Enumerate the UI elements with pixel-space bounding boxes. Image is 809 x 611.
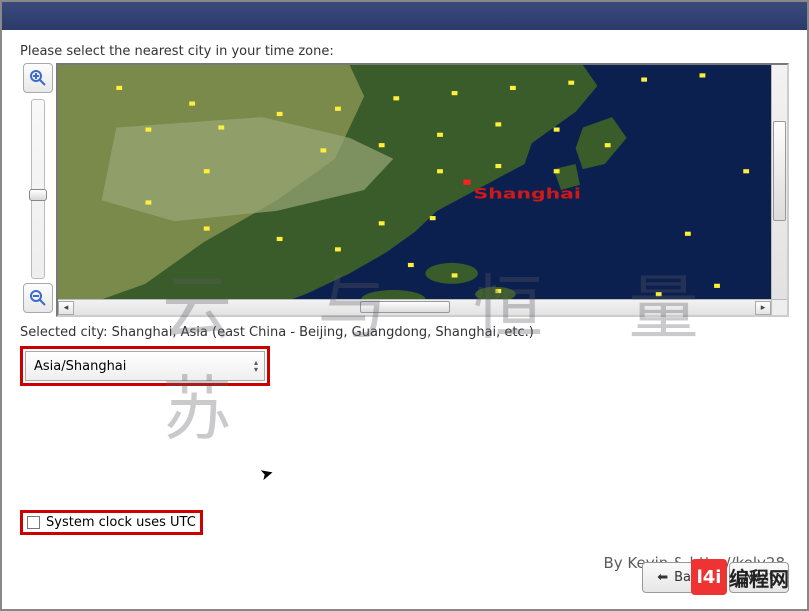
zoom-out-button[interactable]	[23, 283, 53, 313]
dropdown-spinner-icon: ▴▾	[254, 359, 258, 373]
map-v-scroll-thumb[interactable]	[773, 121, 786, 221]
timezone-map[interactable]: Shanghai ◂ ▸	[56, 63, 789, 317]
map-h-scrollbar[interactable]: ◂ ▸	[58, 299, 771, 315]
map-svg: Shanghai	[58, 65, 787, 315]
selected-city-map-label: Shanghai	[474, 186, 581, 202]
arrow-left-icon: ⬅	[657, 570, 668, 585]
zoom-in-button[interactable]	[23, 63, 53, 93]
utc-label: System clock uses UTC	[46, 515, 196, 530]
scroll-left-icon[interactable]: ◂	[58, 301, 74, 315]
map-h-scroll-thumb[interactable]	[360, 301, 450, 313]
scroll-corner	[771, 299, 787, 315]
cursor-icon: ➤	[258, 463, 276, 485]
utc-checkbox[interactable]	[27, 516, 40, 529]
zoom-slider-thumb[interactable]	[29, 189, 47, 201]
timezone-selected-value: Asia/Shanghai	[34, 359, 126, 374]
next-button-label: Next	[744, 570, 774, 585]
selected-city-text: Selected city: Shanghai, Asia (east Chin…	[20, 325, 789, 340]
utc-highlight: System clock uses UTC	[20, 510, 203, 535]
zoom-out-icon	[29, 289, 47, 307]
map-area: Shanghai ◂ ▸	[20, 63, 789, 317]
timezone-highlight: Asia/Shanghai ▴▾	[20, 346, 270, 386]
timezone-select[interactable]: Asia/Shanghai ▴▾	[25, 351, 265, 381]
back-button[interactable]: ⬅ Back	[642, 562, 720, 593]
titlebar	[2, 2, 807, 30]
zoom-slider[interactable]	[31, 99, 45, 279]
next-button[interactable]: Next	[729, 562, 789, 593]
zoom-in-icon	[29, 69, 47, 87]
zoom-controls	[20, 63, 56, 317]
back-button-label: Back	[674, 570, 706, 585]
scroll-right-icon[interactable]: ▸	[755, 301, 771, 315]
prompt-text: Please select the nearest city in your t…	[20, 44, 789, 59]
map-v-scrollbar[interactable]	[771, 65, 787, 299]
footer-buttons: ⬅ Back Next	[642, 562, 789, 593]
